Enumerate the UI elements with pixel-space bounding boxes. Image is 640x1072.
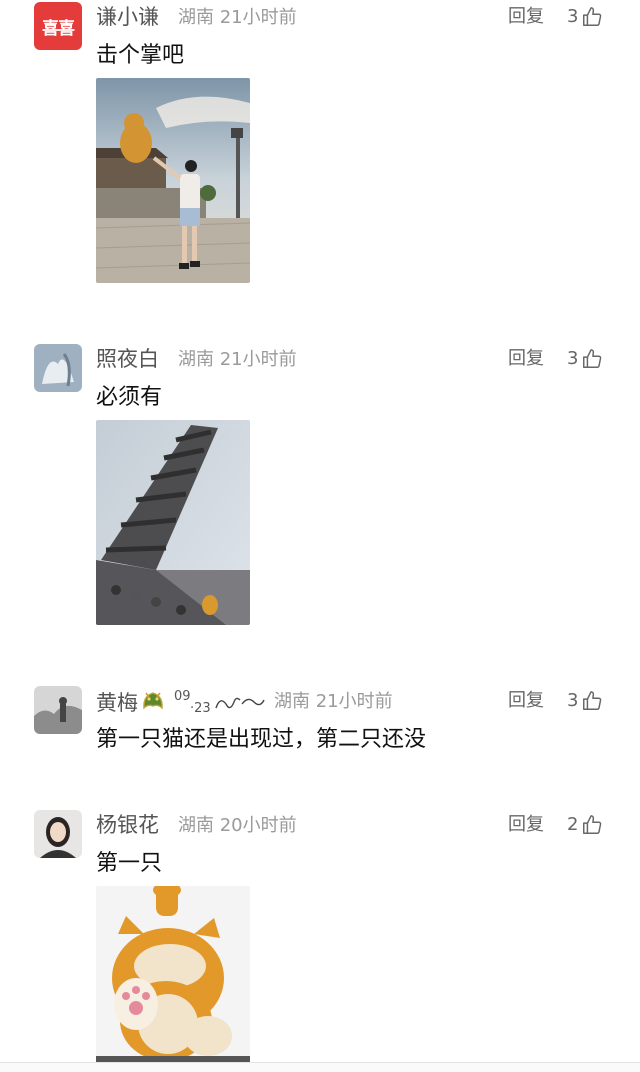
location: 湖南 bbox=[274, 691, 310, 712]
reply-button[interactable]: 回复 bbox=[508, 690, 544, 712]
comment-photo[interactable] bbox=[96, 78, 250, 283]
location: 湖南 bbox=[178, 815, 214, 836]
avatar[interactable]: 喜喜 bbox=[34, 2, 82, 50]
avatar-image bbox=[34, 810, 82, 858]
thumbs-up-icon bbox=[583, 691, 602, 710]
avatar[interactable] bbox=[34, 810, 82, 858]
username[interactable]: 照夜白 bbox=[96, 346, 159, 372]
thumbs-up-icon bbox=[583, 7, 602, 26]
comment-photo[interactable] bbox=[96, 420, 250, 625]
dragon-badge-icon bbox=[140, 688, 166, 720]
like-count: 3 bbox=[567, 348, 579, 369]
location: 湖南 bbox=[178, 349, 214, 370]
like-count: 3 bbox=[567, 6, 579, 27]
username-text: 黄梅 bbox=[96, 691, 138, 715]
avatar[interactable] bbox=[34, 344, 82, 392]
photo-girl-with-cat-statue bbox=[96, 78, 250, 283]
photo-orange-cat-statue bbox=[96, 886, 250, 1064]
comment-text: 击个掌吧 bbox=[96, 43, 185, 68]
comment-meta: 湖南 21小时前 bbox=[178, 7, 297, 29]
like-button[interactable]: 2 bbox=[567, 814, 603, 836]
swirl-decoration-icon bbox=[215, 697, 265, 709]
comment-text: 必须有 bbox=[96, 385, 163, 410]
timestamp: 20小时前 bbox=[219, 815, 297, 836]
reply-button[interactable]: 回复 bbox=[508, 6, 544, 28]
avatar[interactable] bbox=[34, 686, 82, 734]
badge-decoration: 09 bbox=[174, 686, 191, 708]
comment-photo[interactable] bbox=[96, 886, 250, 1064]
like-count: 3 bbox=[567, 690, 579, 711]
avatar-image bbox=[34, 686, 82, 734]
thumbs-up-icon bbox=[583, 349, 602, 368]
badge-decoration: ·23 bbox=[190, 698, 211, 720]
timestamp: 21小时前 bbox=[219, 7, 297, 28]
comment-text: 第一只猫还是出现过，第二只还没 bbox=[96, 727, 427, 752]
username[interactable]: 黄梅 bbox=[96, 688, 166, 720]
timestamp: 21小时前 bbox=[315, 691, 393, 712]
like-button[interactable]: 3 bbox=[567, 6, 603, 28]
username[interactable]: 杨银花 bbox=[96, 812, 159, 838]
comment-text: 第一只 bbox=[96, 851, 163, 876]
like-button[interactable]: 3 bbox=[567, 690, 603, 712]
reply-button[interactable]: 回复 bbox=[508, 348, 544, 370]
avatar-image bbox=[34, 344, 82, 392]
comment-meta: 湖南 21小时前 bbox=[274, 691, 393, 713]
comment-meta: 湖南 21小时前 bbox=[178, 349, 297, 371]
location: 湖南 bbox=[178, 7, 214, 28]
comment-meta: 湖南 20小时前 bbox=[178, 815, 297, 837]
avatar-text: 喜喜 bbox=[42, 18, 75, 39]
badge-text-top: 09 bbox=[174, 689, 191, 704]
timestamp: 21小时前 bbox=[219, 349, 297, 370]
thumbs-up-icon bbox=[583, 815, 602, 834]
like-button[interactable]: 3 bbox=[567, 348, 603, 370]
like-count: 2 bbox=[567, 814, 579, 835]
reply-button[interactable]: 回复 bbox=[508, 814, 544, 836]
photo-pagoda bbox=[96, 420, 250, 625]
username[interactable]: 谦小谦 bbox=[96, 4, 159, 30]
badge-text-bottom: ·23 bbox=[190, 701, 211, 716]
